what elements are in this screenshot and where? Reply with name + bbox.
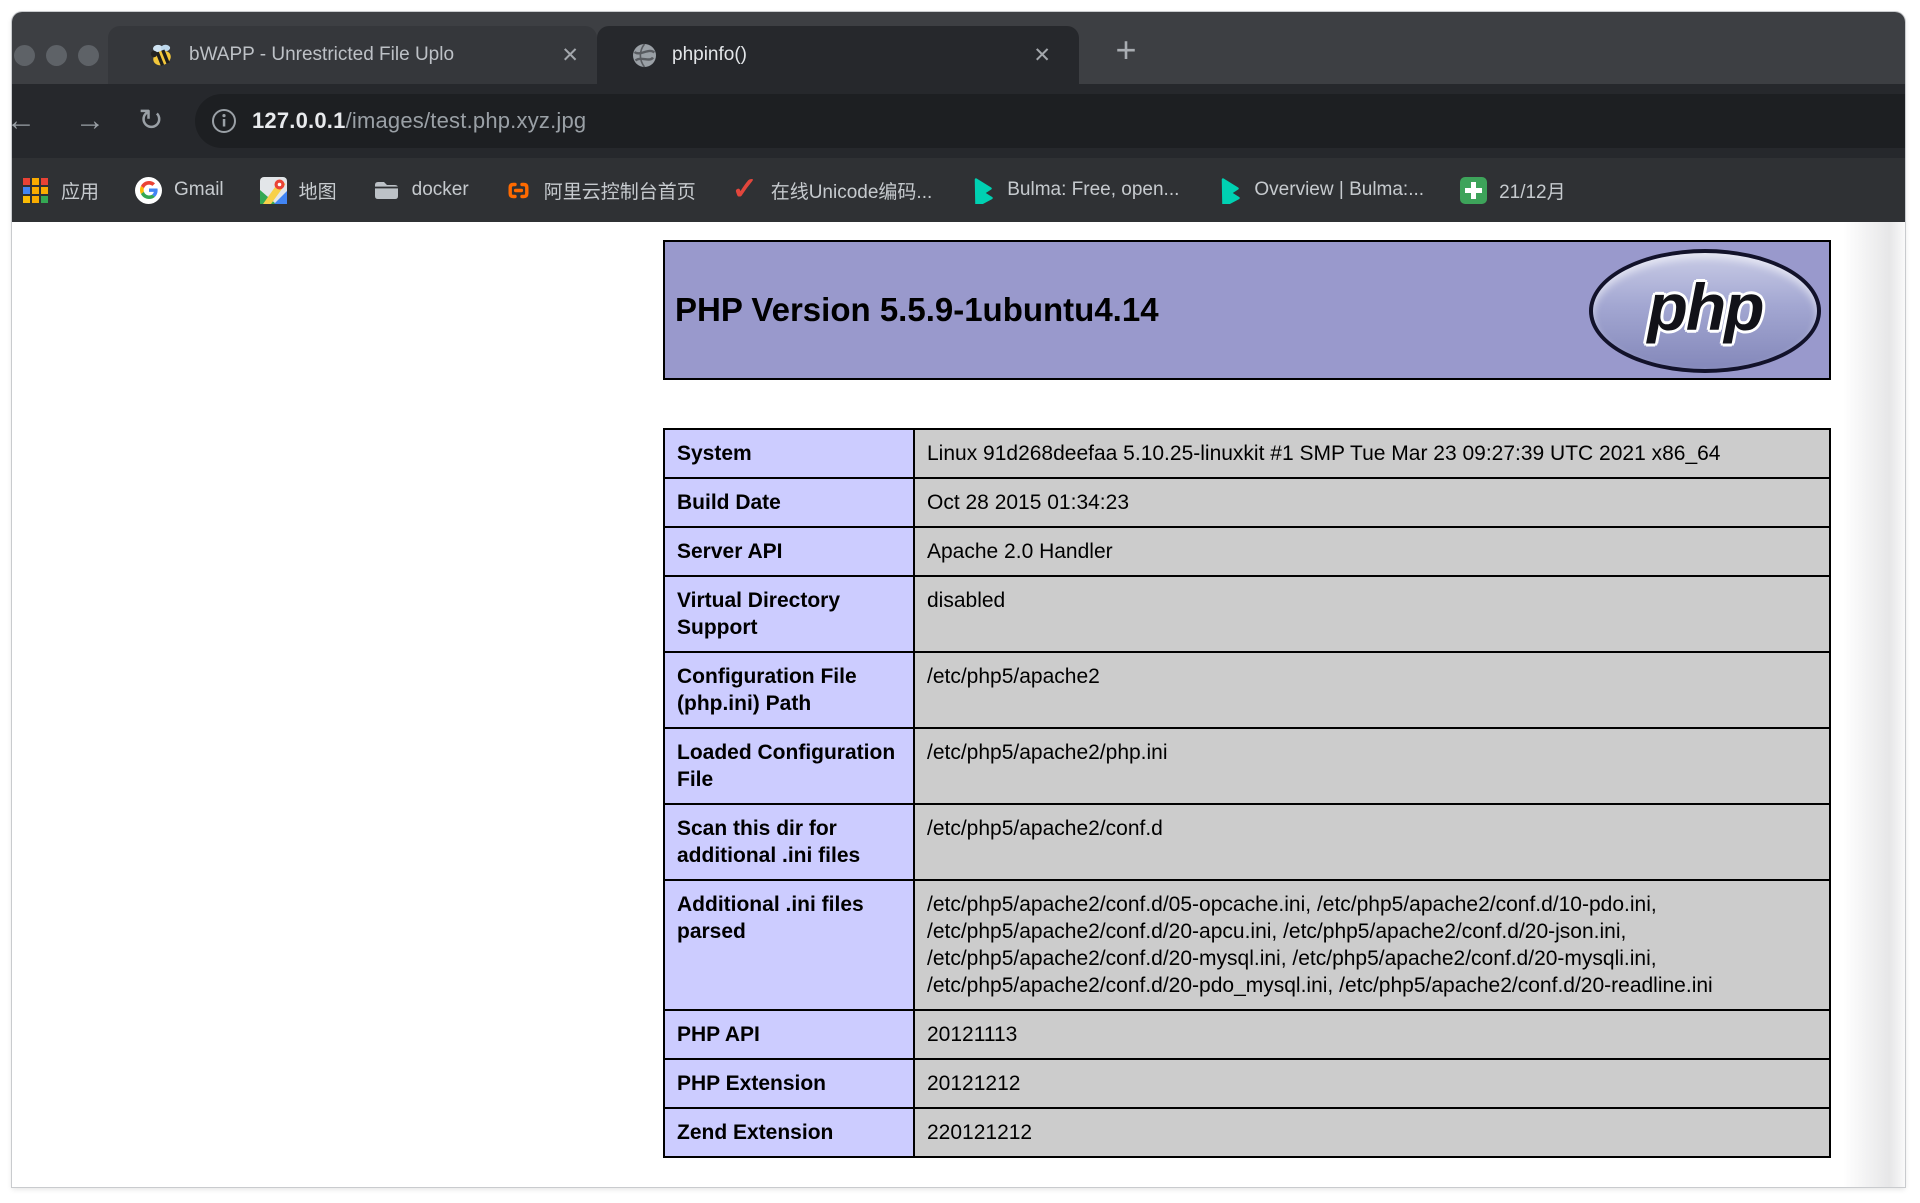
scrollbar[interactable]	[1843, 222, 1905, 1187]
bee-icon	[150, 44, 171, 66]
address-bar[interactable]: 127.0.0.1/images/test.php.xyz.jpg	[195, 94, 1905, 148]
reload-button[interactable]: ↻	[133, 101, 169, 141]
close-window-button[interactable]	[14, 45, 35, 66]
bookmark-label: 阿里云控制台首页	[543, 181, 696, 203]
google-g-icon	[135, 176, 163, 204]
info-row-label: Zend Extension	[663, 1107, 915, 1158]
bookmark-apps[interactable]: 应用	[22, 177, 99, 204]
bookmark-label: Bulma: Free, open...	[1007, 179, 1180, 200]
info-row-label: System	[663, 428, 915, 479]
table-row: Additional .ini files parsed /etc/php5/a…	[663, 879, 1831, 1011]
sheets-icon	[1460, 176, 1488, 204]
info-icon[interactable]	[211, 108, 237, 134]
plus-icon: +	[1115, 29, 1137, 70]
table-row: System Linux 91d268deefaa 5.10.25-linuxk…	[663, 428, 1831, 479]
toolbar: ← → ↻ 127.0.0.1/images/test.php.xyz.jpg	[12, 84, 1905, 158]
bookmark-label: 21/12月	[1499, 181, 1566, 203]
info-row-label: Build Date	[663, 477, 915, 528]
table-row: PHP API 20121113	[663, 1009, 1831, 1060]
bookmark-docker-folder[interactable]: docker	[373, 177, 469, 204]
globe-icon	[633, 43, 656, 67]
bookmark-label: 地图	[298, 181, 337, 203]
phpinfo-header: PHP Version 5.5.9-1ubuntu4.14 php	[663, 240, 1831, 380]
info-row-label: Configuration File (php.ini) Path	[663, 651, 915, 729]
table-row: Configuration File (php.ini) Path /etc/p…	[663, 651, 1831, 729]
table-row: Zend Extension 220121212	[663, 1107, 1831, 1158]
back-button[interactable]: ←	[12, 101, 39, 141]
info-row-value: /etc/php5/apache2/php.ini	[913, 727, 1831, 805]
info-row-label: Server API	[663, 526, 915, 577]
table-row: Build Date Oct 28 2015 01:34:23	[663, 477, 1831, 528]
bookmark-bulma[interactable]: Bulma: Free, open...	[968, 177, 1179, 204]
bookmark-gmail[interactable]: Gmail	[135, 176, 224, 204]
php-logo-text: php	[1647, 270, 1765, 344]
info-row-label: Scan this dir for additional .ini files	[663, 803, 915, 881]
php-logo-ellipse: php	[1589, 249, 1821, 373]
info-row-value: Oct 28 2015 01:34:23	[913, 477, 1831, 528]
url-text: 127.0.0.1/images/test.php.xyz.jpg	[252, 108, 586, 134]
info-row-label: PHP API	[663, 1009, 915, 1060]
info-row-value: disabled	[913, 575, 1831, 653]
tab-title-fade	[483, 26, 545, 84]
info-row-value: 220121212	[913, 1107, 1831, 1158]
table-row: Loaded Configuration File /etc/php5/apac…	[663, 727, 1831, 805]
tab-phpinfo[interactable]: phpinfo() ✕	[597, 26, 1079, 84]
bookmark-unicode[interactable]: 在线Unicode编码...	[732, 171, 933, 207]
info-row-label: Virtual Directory Support	[663, 575, 915, 653]
page-viewport: PHP Version 5.5.9-1ubuntu4.14 php System…	[12, 222, 1905, 1187]
table-row: Virtual Directory Support disabled	[663, 575, 1831, 653]
info-row-value: 20121113	[913, 1009, 1831, 1060]
bookmark-label: Overview | Bulma:...	[1254, 179, 1425, 200]
bulma-icon	[975, 177, 993, 204]
tab-strip: bWAPP - Unrestricted File Uplo ✕ phpinfo…	[12, 12, 1905, 84]
new-tab-button[interactable]: +	[1104, 28, 1148, 72]
bookmark-bulma-overview[interactable]: Overview | Bulma:...	[1215, 177, 1424, 204]
folder-icon	[374, 181, 398, 199]
bookmark-aliyun-console[interactable]: 阿里云控制台首页	[505, 177, 696, 204]
info-row-label: Additional .ini files parsed	[663, 879, 915, 1011]
tab-bwapp[interactable]: bWAPP - Unrestricted File Uplo ✕	[108, 26, 597, 84]
url-host: 127.0.0.1	[252, 108, 346, 133]
minimize-window-button[interactable]	[46, 45, 67, 66]
table-row: Server API Apache 2.0 Handler	[663, 526, 1831, 577]
aliyun-icon	[508, 182, 529, 198]
php-logo: php	[1589, 249, 1821, 373]
bulma-icon	[1222, 177, 1241, 204]
browser-window: bWAPP - Unrestricted File Uplo ✕ phpinfo…	[12, 12, 1905, 1187]
info-table-body: System Linux 91d268deefaa 5.10.25-linuxk…	[663, 428, 1831, 1158]
apps-grid-icon	[22, 177, 49, 204]
info-row-value: Linux 91d268deefaa 5.10.25-linuxkit #1 S…	[913, 428, 1831, 479]
back-icon: ←	[12, 104, 36, 137]
phpinfo-table: System Linux 91d268deefaa 5.10.25-linuxk…	[663, 428, 1831, 1158]
table-row: Scan this dir for additional .ini files …	[663, 803, 1831, 881]
info-row-label: PHP Extension	[663, 1058, 915, 1109]
window-controls	[14, 45, 99, 66]
info-row-label: Loaded Configuration File	[663, 727, 915, 805]
google-maps-icon	[259, 176, 287, 204]
forward-icon: →	[75, 104, 105, 137]
bookmark-maps[interactable]: 地图	[259, 176, 337, 204]
check-icon	[732, 171, 759, 207]
reload-icon: ↻	[138, 104, 164, 137]
bookmark-label: 应用	[61, 181, 100, 203]
info-row-value: Apache 2.0 Handler	[913, 526, 1831, 577]
close-icon[interactable]: ✕	[1033, 26, 1051, 84]
tab-title: phpinfo()	[672, 44, 747, 65]
info-row-value: /etc/php5/apache2	[913, 651, 1831, 729]
bookmark-label: docker	[411, 179, 469, 200]
bookmark-label: Gmail	[174, 179, 224, 200]
phpinfo-page: PHP Version 5.5.9-1ubuntu4.14 php System…	[663, 240, 1831, 1158]
info-row-value: 20121212	[913, 1058, 1831, 1109]
url-path: /images/test.php.xyz.jpg	[345, 108, 587, 133]
table-row: PHP Extension 20121212	[663, 1058, 1831, 1109]
bookmark-label: 在线Unicode编码...	[770, 181, 933, 203]
maximize-window-button[interactable]	[78, 45, 99, 66]
info-row-value: /etc/php5/apache2/conf.d/05-opcache.ini,…	[913, 879, 1831, 1011]
close-icon[interactable]: ✕	[561, 26, 579, 84]
info-row-value: /etc/php5/apache2/conf.d	[913, 803, 1831, 881]
forward-button[interactable]: →	[72, 101, 108, 141]
bookmarks-bar: 应用 Gmail 地图 docker 阿里云控制台首页 ✓ 在线Unicode编…	[12, 158, 1905, 222]
page-title: PHP Version 5.5.9-1ubuntu4.14	[675, 291, 1159, 328]
bookmark-sheet[interactable]: 21/12月	[1460, 176, 1566, 204]
